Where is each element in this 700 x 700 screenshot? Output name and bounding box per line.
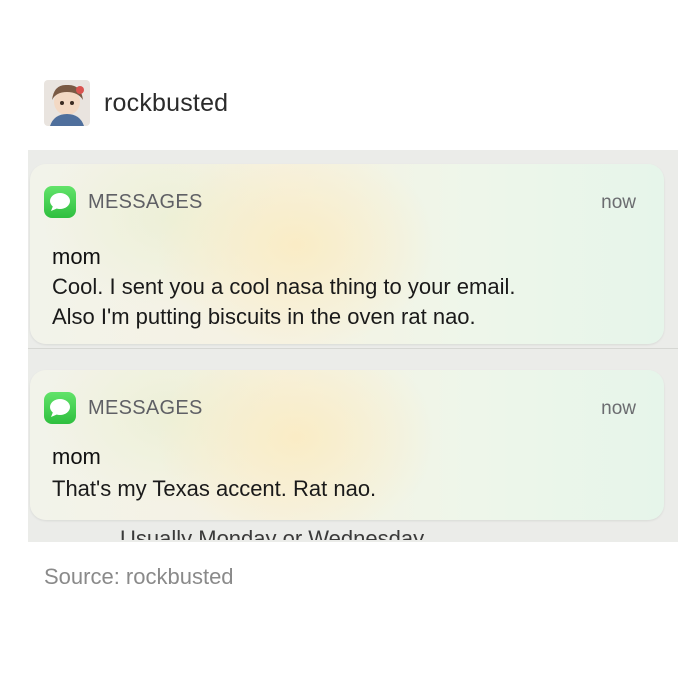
app-name: MESSAGES [88,190,203,213]
notification-time: now [601,398,636,419]
message-line: That's my Texas accent. Rat nao. [52,476,377,501]
message-line: Also I'm putting biscuits in the oven ra… [52,304,476,329]
message-body: That's my Texas accent. Rat nao. [52,474,652,504]
messages-icon [44,392,76,424]
message-body: Cool. I sent you a cool nasa thing to yo… [52,272,652,332]
notification-card[interactable]: MESSAGES now mom That's my Texas accent.… [30,370,664,520]
notification-app-row: MESSAGES [44,186,203,218]
sender-name: mom [52,444,101,469]
source-caption: Source: rockbusted [44,564,234,589]
avatar-icon [44,80,90,126]
sender-name: mom [52,244,101,269]
username[interactable]: rockbusted [104,89,228,118]
notification-app-row: MESSAGES [44,392,203,424]
notification-card[interactable]: MESSAGES now mom Cool. I sent you a cool… [30,164,664,344]
partially-hidden-text: Usually Monday or Wednesday [120,526,425,540]
app-name: MESSAGES [88,396,203,419]
notification-screenshot: MESSAGES now mom Cool. I sent you a cool… [28,150,678,542]
avatar[interactable] [44,80,90,126]
divider [28,348,678,349]
messages-icon [44,186,76,218]
notification-time: now [601,192,636,213]
message-line: Cool. I sent you a cool nasa thing to yo… [52,274,516,299]
post-header: rockbusted [44,80,228,126]
